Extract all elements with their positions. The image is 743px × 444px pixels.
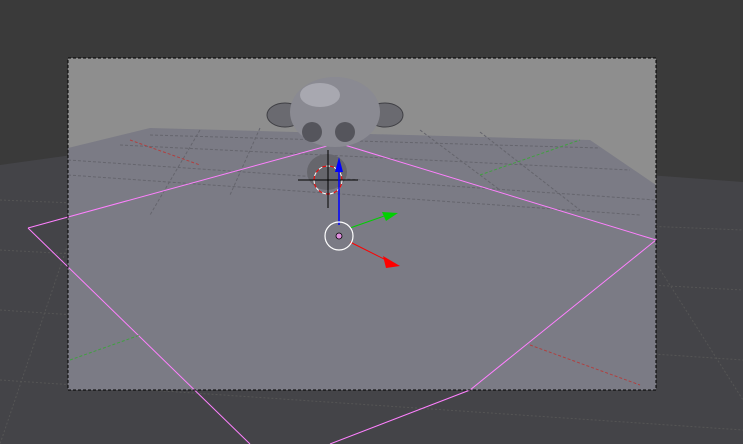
object-origin-icon <box>335 232 343 240</box>
3d-viewport[interactable] <box>0 0 743 444</box>
viewport-canvas[interactable] <box>0 0 743 444</box>
